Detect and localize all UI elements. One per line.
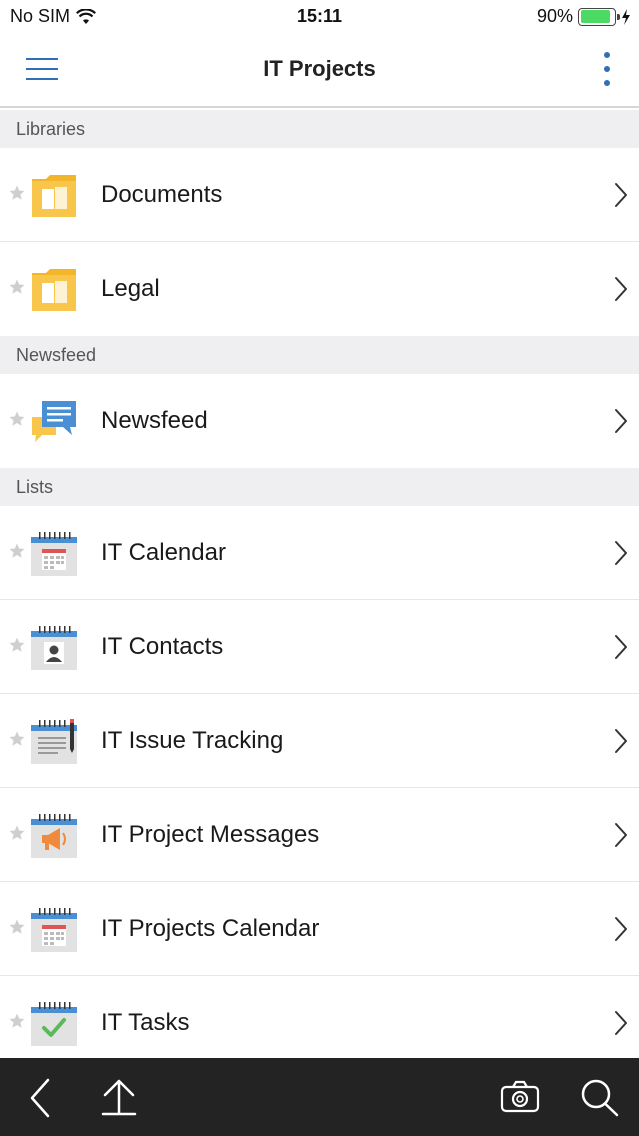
folder-icon [30,265,78,313]
section-header-libraries: Libraries [0,110,639,148]
battery-icon [578,7,620,26]
megaphone-icon [30,811,78,859]
list-item-it-issue-tracking[interactable]: IT Issue Tracking [0,694,639,788]
list-item-label: Documents [101,181,223,208]
favorite-star-icon[interactable] [8,1012,26,1030]
list-item-legal[interactable]: Legal [0,242,639,336]
navigation-bar: IT Projects [0,34,639,108]
list-item-label: Legal [101,275,160,302]
calendar-icon [30,905,78,953]
calendar-icon [30,529,78,577]
page-title: IT Projects [263,56,376,81]
list-item-label: IT Issue Tracking [101,727,284,754]
list-item-label: IT Projects Calendar [101,915,320,942]
kebab-dot [604,66,610,72]
section-header-lists: Lists [0,468,639,506]
chevron-right-icon [613,182,629,208]
section-header-newsfeed: Newsfeed [0,336,639,374]
list-item-it-projects-calendar[interactable]: IT Projects Calendar [0,882,639,976]
chevron-right-icon [613,276,629,302]
favorite-star-icon[interactable] [8,824,26,842]
favorite-star-icon[interactable] [8,730,26,748]
chevron-right-icon [613,540,629,566]
chevron-right-icon [613,728,629,754]
list-item-it-calendar[interactable]: IT Calendar [0,506,639,600]
favorite-star-icon[interactable] [8,410,26,428]
chat-bubbles-icon [30,397,78,445]
status-bar: No SIM 15:11 90% [0,0,639,34]
list-item-label: IT Tasks [101,1009,190,1036]
favorite-star-icon[interactable] [8,636,26,654]
contacts-icon [30,623,78,671]
bottom-toolbar [0,1058,639,1136]
chevron-left-icon [30,1078,50,1118]
kebab-dot [604,80,610,86]
favorite-star-icon[interactable] [8,184,26,202]
tasks-icon [30,999,78,1047]
chevron-right-icon [613,408,629,434]
battery-cap [617,13,620,20]
camera-icon [500,1080,540,1113]
up-level-button[interactable] [97,1076,141,1120]
site-content-list: Libraries Documents Legal Newsfeed Newsfeed L… [0,110,639,1058]
kebab-dot [604,52,610,58]
battery-percent: 90% [536,6,573,26]
list-item-label: IT Calendar [101,539,226,566]
search-icon [581,1079,619,1117]
search-button[interactable] [577,1076,621,1120]
list-item-it-tasks[interactable]: IT Tasks [0,976,639,1058]
list-item-it-contacts[interactable]: IT Contacts [0,600,639,694]
favorite-star-icon[interactable] [8,918,26,936]
list-item-newsfeed[interactable]: Newsfeed [0,374,639,468]
list-item-label: Newsfeed [101,407,208,434]
chevron-right-icon [613,916,629,942]
favorite-star-icon[interactable] [8,278,26,296]
camera-button[interactable] [498,1076,542,1120]
back-button[interactable] [20,1076,64,1120]
folder-icon [30,171,78,219]
list-item-label: IT Contacts [101,633,224,660]
list-item-label: IT Project Messages [101,821,320,848]
list-item-documents[interactable]: Documents [0,148,639,242]
chevron-right-icon [613,634,629,660]
charging-bolt-icon [622,8,630,25]
battery-fill [580,10,611,23]
chevron-right-icon [613,1010,629,1036]
arrow-up-icon [101,1079,137,1116]
status-right: 90% [537,6,631,27]
issue-tracking-icon [30,717,78,765]
more-options-button[interactable] [603,52,611,86]
list-item-it-project-messages[interactable]: IT Project Messages [0,788,639,882]
chevron-right-icon [613,822,629,848]
favorite-star-icon[interactable] [8,542,26,560]
